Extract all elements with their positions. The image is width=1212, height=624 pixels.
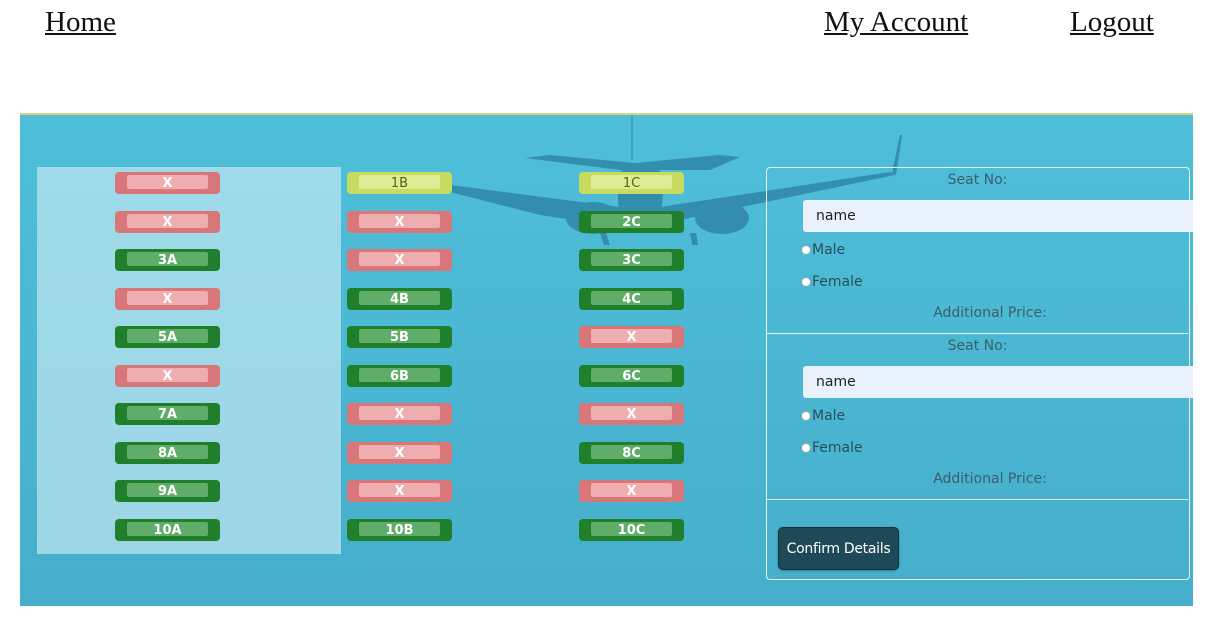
seat-label: X — [394, 252, 405, 268]
seat-label: 6C — [622, 368, 641, 384]
seat-button-a-row5[interactable]: 5A — [115, 326, 220, 348]
seat-button-c-row6[interactable]: 6C — [579, 365, 684, 387]
female-label: Female — [812, 440, 863, 456]
seat-button-b-row1[interactable]: 1B — [347, 172, 452, 194]
seat-label: X — [394, 406, 405, 422]
seat-label: 10A — [153, 522, 182, 538]
seat-label: 8A — [157, 445, 178, 461]
seat-button-a-row2[interactable]: X — [115, 211, 220, 233]
seat-label: X — [162, 214, 173, 230]
female-label: Female — [812, 274, 863, 290]
seat-button-a-row6[interactable]: X — [115, 365, 220, 387]
seat-label: 10B — [385, 522, 414, 538]
seat-button-b-row9[interactable]: X — [347, 480, 452, 502]
seat-button-a-row8[interactable]: 8A — [115, 442, 220, 464]
seat-button-a-row4[interactable]: X — [115, 288, 220, 310]
booking-area: X X 3A X 5A X 7A 8A 9A 10A 1B X X 4B 5B 6B X X X 10B 1C 2C 3C 4… — [20, 113, 1193, 606]
seat-label: 9A — [157, 483, 178, 499]
seat-label: 4C — [622, 291, 641, 307]
male-label: Male — [812, 242, 846, 258]
seat-label: 5A — [157, 329, 178, 345]
seat-button-c-row8[interactable]: 8C — [579, 442, 684, 464]
seat-label: X — [394, 445, 405, 461]
seat-no-label: Seat No: — [947, 338, 1008, 354]
passenger-details-form: Seat No: Male Female Additional Price: S… — [766, 167, 1193, 580]
seat-button-a-row9[interactable]: 9A — [115, 480, 220, 502]
seat-label: 7A — [157, 406, 178, 422]
seat-button-c-row10[interactable]: 10C — [579, 519, 684, 541]
radio-male[interactable] — [801, 411, 811, 421]
seat-button-c-row3[interactable]: 3C — [579, 249, 684, 271]
seat-button-a-row3[interactable]: 3A — [115, 249, 220, 271]
male-option[interactable]: Male — [801, 242, 845, 258]
seat-no-label: Seat No: — [947, 172, 1008, 188]
seat-label: 10C — [617, 522, 646, 538]
seat-label: 8C — [622, 445, 641, 461]
passenger-card-2: Seat No: Male Female Additional Price: — [767, 334, 1193, 500]
confirm-details-button[interactable]: Confirm Details — [778, 527, 899, 570]
seat-button-a-row7[interactable]: 7A — [115, 403, 220, 425]
seat-button-b-row3[interactable]: X — [347, 249, 452, 271]
seat-label: 2C — [622, 214, 641, 230]
seat-button-c-row7[interactable]: X — [579, 403, 684, 425]
seat-button-b-row8[interactable]: X — [347, 442, 452, 464]
additional-price-label: Additional Price: — [933, 305, 1047, 321]
seat-label: 6B — [390, 368, 409, 384]
seat-label: 5B — [390, 329, 409, 345]
seat-button-c-row9[interactable]: X — [579, 480, 684, 502]
seat-label: X — [162, 291, 173, 307]
seat-button-c-row5[interactable]: X — [579, 326, 684, 348]
radio-male[interactable] — [801, 245, 811, 255]
home-link[interactable]: Home — [45, 6, 116, 39]
radio-female[interactable] — [801, 443, 811, 453]
seat-button-b-row10[interactable]: 10B — [347, 519, 452, 541]
seat-button-a-row1[interactable]: X — [115, 172, 220, 194]
seat-label: X — [626, 483, 637, 499]
seat-button-c-row1[interactable]: 1C — [579, 172, 684, 194]
my-account-link[interactable]: My Account — [824, 6, 968, 39]
additional-price-label: Additional Price: — [933, 471, 1047, 487]
seat-label: 3C — [622, 252, 641, 268]
seat-label: 1C — [622, 175, 641, 191]
seat-button-b-row4[interactable]: 4B — [347, 288, 452, 310]
name-field[interactable] — [803, 366, 1193, 398]
seat-label: X — [626, 329, 637, 345]
seat-button-b-row5[interactable]: 5B — [347, 326, 452, 348]
seat-button-a-row10[interactable]: 10A — [115, 519, 220, 541]
seat-button-c-row4[interactable]: 4C — [579, 288, 684, 310]
seat-label: X — [394, 214, 405, 230]
seat-button-b-row2[interactable]: X — [347, 211, 452, 233]
seat-label: X — [162, 368, 173, 384]
male-label: Male — [812, 408, 846, 424]
female-option[interactable]: Female — [801, 274, 863, 290]
seat-label: 3A — [157, 252, 178, 268]
seat-button-c-row2[interactable]: 2C — [579, 211, 684, 233]
female-option[interactable]: Female — [801, 440, 863, 456]
name-field[interactable] — [803, 200, 1193, 232]
seat-label: X — [394, 483, 405, 499]
seat-button-b-row6[interactable]: 6B — [347, 365, 452, 387]
seat-label: 1B — [390, 175, 409, 191]
male-option[interactable]: Male — [801, 408, 845, 424]
seat-button-b-row7[interactable]: X — [347, 403, 452, 425]
logout-link[interactable]: Logout — [1070, 6, 1154, 39]
passenger-card-1: Seat No: Male Female Additional Price: — [767, 168, 1193, 334]
seat-label: 4B — [390, 291, 409, 307]
radio-female[interactable] — [801, 277, 811, 287]
seat-label: X — [626, 406, 637, 422]
seat-label: X — [162, 175, 173, 191]
